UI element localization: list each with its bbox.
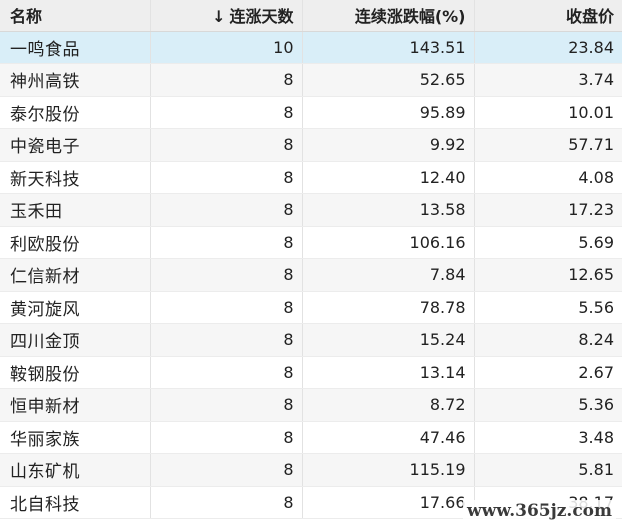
stock-name-cell: 四川金顶 (0, 323, 151, 357)
close-price-cell: 8.24 (474, 323, 622, 357)
stock-name-cell: 黄河旋风 (0, 291, 151, 324)
close-price-cell: 5.56 (474, 291, 622, 324)
table-row[interactable]: 一鸣食品 10 143.51 23.84 (0, 31, 622, 64)
table-row[interactable]: 中瓷电子 8 9.92 57.71 (0, 128, 622, 162)
consecutive-days-cell: 8 (150, 486, 303, 519)
stock-name-cell: 泰尔股份 (0, 96, 151, 129)
consecutive-days-cell: 8 (150, 128, 303, 162)
change-percent-cell: 52.65 (302, 63, 475, 97)
table-row[interactable]: 新天科技 8 12.40 4.08 (0, 161, 622, 194)
table-row[interactable]: 玉禾田 8 13.58 17.23 (0, 193, 622, 227)
column-header-name[interactable]: 名称 (0, 0, 151, 32)
consecutive-days-cell: 8 (150, 258, 303, 292)
close-price-cell: 23.84 (474, 31, 622, 64)
table-row[interactable]: 仁信新材 8 7.84 12.65 (0, 258, 622, 292)
stock-name-cell: 中瓷电子 (0, 128, 151, 162)
column-header-consecutive-days[interactable]: ↓ 连涨天数 (150, 0, 303, 32)
sort-descending-icon: ↓ (212, 7, 226, 27)
stock-name-cell: 仁信新材 (0, 258, 151, 292)
close-price-cell: 57.71 (474, 128, 622, 162)
stock-name-cell: 山东矿机 (0, 453, 151, 487)
stock-name-cell: 恒申新材 (0, 388, 151, 422)
change-percent-cell: 15.24 (302, 323, 475, 357)
close-price-cell: 10.01 (474, 96, 622, 129)
table-body: 一鸣食品 10 143.51 23.84 神州高铁 8 52.65 3.74 泰尔股份 8 95… (0, 31, 622, 519)
stock-name-cell: 新天科技 (0, 161, 151, 194)
change-percent-cell: 17.66 (302, 486, 475, 519)
consecutive-days-cell: 8 (150, 63, 303, 97)
site-watermark: www.365jz.com (463, 500, 616, 522)
consecutive-days-cell: 8 (150, 421, 303, 454)
table-row[interactable]: 黄河旋风 8 78.78 5.56 (0, 291, 622, 324)
stock-name-cell: 华丽家族 (0, 421, 151, 454)
header-row: 名称 ↓ 连涨天数 连续涨跌幅(%) 收盘价 (0, 0, 622, 32)
stock-name-cell: 北自科技 (0, 486, 151, 519)
stock-name-cell: 鞍钢股份 (0, 356, 151, 389)
consecutive-days-cell: 8 (150, 388, 303, 422)
close-price-cell: 2.67 (474, 356, 622, 389)
close-price-cell: 12.65 (474, 258, 622, 292)
change-percent-cell: 13.58 (302, 193, 475, 227)
change-percent-cell: 8.72 (302, 388, 475, 422)
consecutive-days-cell: 8 (150, 96, 303, 129)
column-header-change-percent[interactable]: 连续涨跌幅(%) (302, 0, 475, 32)
consecutive-days-cell: 8 (150, 161, 303, 194)
close-price-cell: 17.23 (474, 193, 622, 227)
table-row[interactable]: 泰尔股份 8 95.89 10.01 (0, 96, 622, 129)
change-percent-cell: 106.16 (302, 226, 475, 259)
table-row[interactable]: 利欧股份 8 106.16 5.69 (0, 226, 622, 259)
change-percent-cell: 9.92 (302, 128, 475, 162)
column-header-close-price[interactable]: 收盘价 (474, 0, 622, 32)
close-price-cell: 3.74 (474, 63, 622, 97)
table-header: 名称 ↓ 连涨天数 连续涨跌幅(%) 收盘价 (0, 0, 622, 32)
change-percent-cell: 47.46 (302, 421, 475, 454)
consecutive-days-cell: 8 (150, 453, 303, 487)
change-percent-cell: 7.84 (302, 258, 475, 292)
close-price-cell: 5.36 (474, 388, 622, 422)
consecutive-days-cell: 8 (150, 356, 303, 389)
stock-name-cell: 利欧股份 (0, 226, 151, 259)
consecutive-days-cell: 8 (150, 226, 303, 259)
table-row[interactable]: 山东矿机 8 115.19 5.81 (0, 453, 622, 487)
close-price-cell: 3.48 (474, 421, 622, 454)
table-row[interactable]: 四川金顶 8 15.24 8.24 (0, 323, 622, 357)
table-row[interactable]: 恒申新材 8 8.72 5.36 (0, 388, 622, 422)
consecutive-days-cell: 8 (150, 323, 303, 357)
close-price-cell: 5.69 (474, 226, 622, 259)
stock-name-cell: 神州高铁 (0, 63, 151, 97)
stock-ranking-table: 名称 ↓ 连涨天数 连续涨跌幅(%) 收盘价 一鸣食品 10 143.51 23.84 … (0, 0, 622, 519)
table-row[interactable]: 华丽家族 8 47.46 3.48 (0, 421, 622, 454)
table-row[interactable]: 神州高铁 8 52.65 3.74 (0, 63, 622, 97)
change-percent-cell: 143.51 (302, 31, 475, 64)
consecutive-days-cell: 8 (150, 291, 303, 324)
change-percent-cell: 12.40 (302, 161, 475, 194)
change-percent-cell: 78.78 (302, 291, 475, 324)
change-percent-cell: 115.19 (302, 453, 475, 487)
stock-name-cell: 一鸣食品 (0, 31, 151, 64)
close-price-cell: 5.81 (474, 453, 622, 487)
column-header-consecutive-days-label: 连涨天数 (229, 7, 294, 27)
consecutive-days-cell: 8 (150, 193, 303, 227)
close-price-cell: 4.08 (474, 161, 622, 194)
table-row[interactable]: 鞍钢股份 8 13.14 2.67 (0, 356, 622, 389)
change-percent-cell: 95.89 (302, 96, 475, 129)
consecutive-days-cell: 10 (150, 31, 303, 64)
change-percent-cell: 13.14 (302, 356, 475, 389)
stock-name-cell: 玉禾田 (0, 193, 151, 227)
